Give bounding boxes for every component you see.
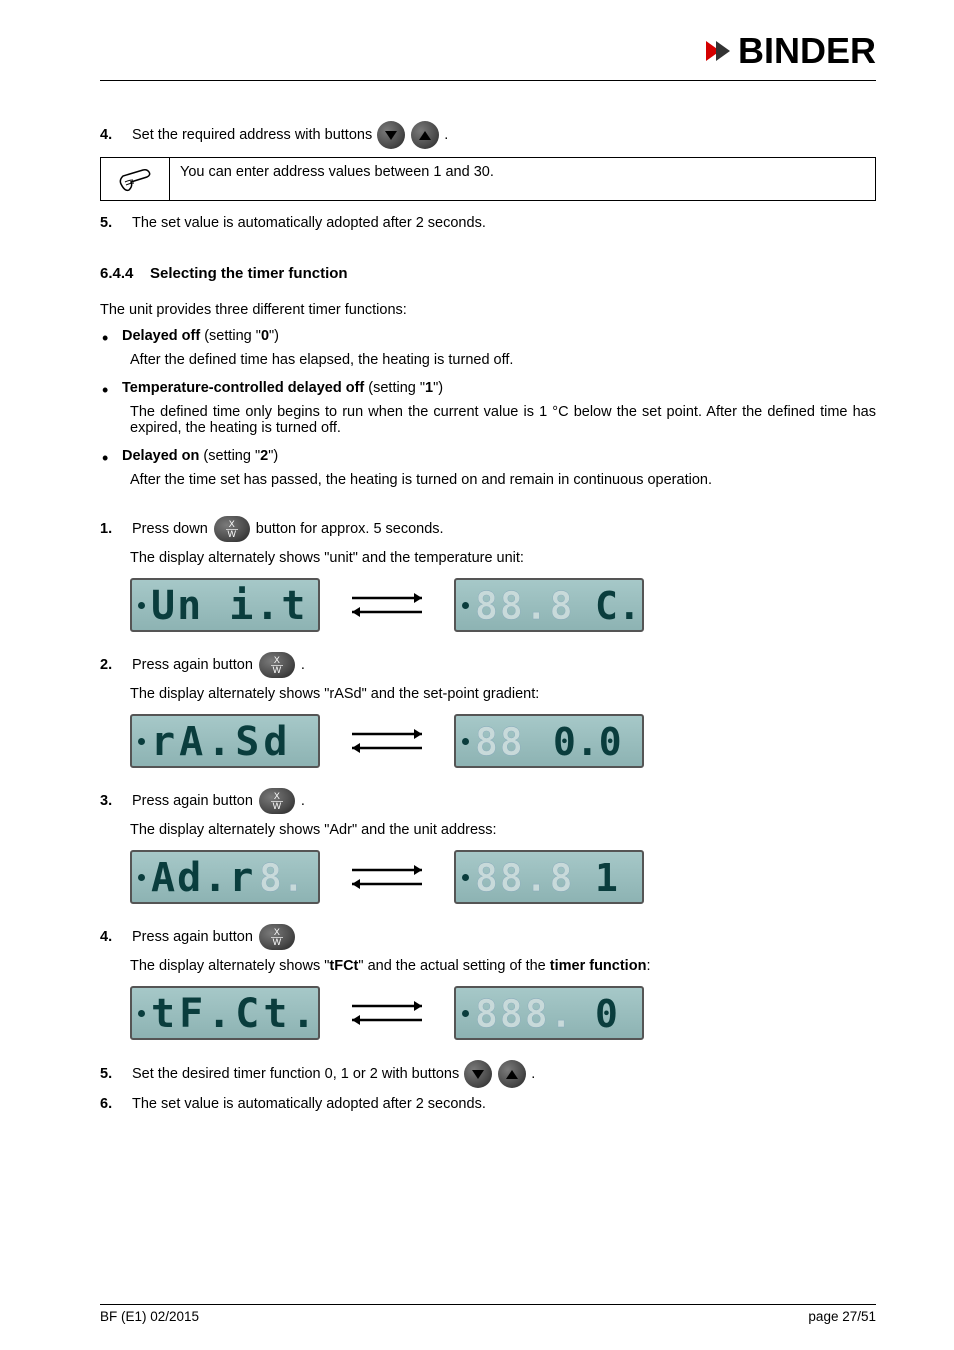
display-row-unit: Un i.t. 88.8 C. (130, 578, 876, 632)
lcd-display-tfct: tF.Ct. (130, 986, 320, 1040)
svg-text:Ad.r: Ad.r (151, 857, 255, 897)
xw-button-icon: XW (259, 924, 295, 950)
bullet-sub: The defined time only begins to run when… (130, 404, 876, 436)
intro-text: The unit provides three different timer … (100, 302, 876, 318)
lcd-display-value: 888.0 (454, 986, 644, 1040)
bullet-bold: Delayed off (122, 328, 200, 344)
brand-logo: BINDER (704, 30, 876, 72)
double-arrow-icon (342, 860, 432, 894)
bullet-list: Delayed off (setting "0") After the defi… (100, 328, 876, 488)
proc-2-line: 2. Press again button XW . (100, 652, 876, 678)
svg-text:88.8: 88.8 (475, 585, 575, 625)
bullet-item: Delayed off (setting "0") After the defi… (100, 328, 876, 368)
step-4-text: Set the required address with buttons (132, 127, 372, 143)
svg-text:88: 88 (475, 721, 525, 761)
svg-text:1: 1 (595, 857, 618, 897)
double-arrow-icon (342, 996, 432, 1030)
svg-text:rA.Sd: rA.Sd (151, 721, 291, 761)
step-4-text-after: . (444, 127, 448, 143)
step-5-line: 5. The set value is automatically adopte… (100, 215, 876, 231)
up-arrow-icon (498, 1060, 526, 1088)
xw-button-icon: XW (214, 516, 250, 542)
svg-text:0.0: 0.0 (553, 721, 622, 761)
footer-right: page 27/51 (808, 1309, 876, 1324)
section-heading: 6.4.4 Selecting the timer function (100, 265, 876, 282)
display-row-rasd: rA.Sd 880.0 (130, 714, 876, 768)
bullet-item: Temperature-controlled delayed off (sett… (100, 380, 876, 436)
step-number: 4. (100, 127, 122, 143)
up-arrow-icon (411, 121, 439, 149)
lcd-display-adr: Ad.r8. (130, 850, 320, 904)
bullet-bold: Temperature-controlled delayed off (122, 380, 364, 396)
xw-button-icon: XW (259, 788, 295, 814)
down-arrow-icon (464, 1060, 492, 1088)
double-arrow-icon (342, 588, 432, 622)
svg-text:88.8: 88.8 (475, 857, 575, 897)
proc3-sub: The display alternately shows "Adr" and … (130, 822, 876, 838)
down-arrow-icon (377, 121, 405, 149)
brand-name: BINDER (738, 30, 876, 72)
proc-6-line: 6. The set value is automatically adopte… (100, 1096, 876, 1112)
svg-text:888.: 888. (475, 993, 575, 1033)
step-4-line: 4. Set the required address with buttons… (100, 121, 876, 149)
page-header: BINDER (100, 30, 876, 81)
brand-triangle-icon (704, 35, 732, 67)
info-text: You can enter address values between 1 a… (170, 158, 875, 200)
page-footer: BF (E1) 02/2015 page 27/51 (100, 1304, 876, 1324)
lcd-display-value: 88.8 C. (454, 578, 644, 632)
bullet-bold: Delayed on (122, 448, 199, 464)
double-arrow-icon (342, 724, 432, 758)
proc2-sub: The display alternately shows "rASd" and… (130, 686, 876, 702)
info-box: You can enter address values between 1 a… (100, 157, 876, 201)
bullet-item: Delayed on (setting "2") After the time … (100, 448, 876, 488)
proc1-sub: The display alternately shows "unit" and… (130, 550, 876, 566)
bullet-sub: After the defined time has elapsed, the … (130, 352, 876, 368)
proc-3-line: 3. Press again button XW . (100, 788, 876, 814)
proc-4-line: 4. Press again button XW (100, 924, 876, 950)
bullet-sub: After the time set has passed, the heati… (130, 472, 876, 488)
lcd-display-value: 880.0 (454, 714, 644, 768)
svg-text:0: 0 (595, 993, 618, 1033)
lcd-display-unit: Un i.t. (130, 578, 320, 632)
svg-text:C.: C. (595, 585, 635, 625)
section-title: Selecting the timer function (150, 265, 348, 282)
section-number: 6.4.4 (100, 265, 133, 282)
svg-text:tF.Ct.: tF.Ct. (151, 993, 311, 1033)
xw-button-icon: XW (259, 652, 295, 678)
display-row-tfct: tF.Ct. 888.0 (130, 986, 876, 1040)
proc-5-line: 5. Set the desired timer function 0, 1 o… (100, 1060, 876, 1088)
svg-text:8.: 8. (259, 857, 305, 897)
pointing-hand-icon (101, 158, 170, 200)
lcd-display-rasd: rA.Sd (130, 714, 320, 768)
footer-left: BF (E1) 02/2015 (100, 1309, 199, 1324)
lcd-display-value: 88.81 (454, 850, 644, 904)
proc4-sub: The display alternately shows "tFCt" and… (130, 958, 876, 974)
svg-text:Un i.t.: Un i.t. (151, 585, 311, 625)
display-row-adr: Ad.r8. 88.81 (130, 850, 876, 904)
proc-1-line: 1. Press down XW button for approx. 5 se… (100, 516, 876, 542)
step-5-text: The set value is automatically adopted a… (132, 215, 486, 231)
step-number: 5. (100, 215, 122, 231)
